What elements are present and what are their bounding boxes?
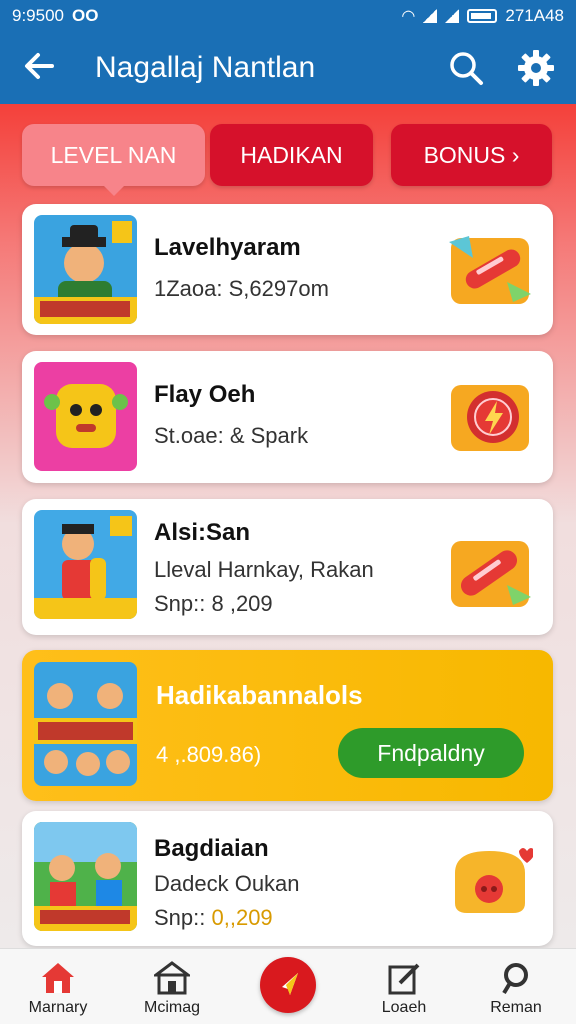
status-bar: 9:9500 OO ◠ 271A48 bbox=[0, 0, 576, 32]
list-item[interactable]: Alsi:San Lleval Harnkay, Rakan Snp:: 8 ,… bbox=[22, 499, 553, 635]
battery-icon bbox=[467, 9, 498, 23]
card-subtitle: 1Zaoa: S,6297om bbox=[154, 276, 329, 301]
card-title: Bagdiaian bbox=[154, 835, 269, 862]
compass-icon[interactable] bbox=[260, 957, 316, 1013]
card-score-label: Snp:: bbox=[154, 905, 206, 930]
main-content: LEVEL NAN HADIKAN BONUS › Lavelhyaram 1Z… bbox=[0, 104, 576, 948]
shop-icon bbox=[151, 961, 193, 995]
card-subtitle: Dadeck Oukan bbox=[154, 871, 300, 896]
candy-reward-icon bbox=[447, 232, 533, 308]
card-score-value: 0,,209 bbox=[211, 905, 273, 930]
nav-label: Loaeh bbox=[381, 999, 427, 1016]
status-right-text: 271A48 bbox=[505, 6, 564, 25]
nav-label: Marnary bbox=[28, 999, 88, 1016]
page-title: Nagallaj Nantlan bbox=[95, 51, 316, 84]
tab-hadikan[interactable]: HADIKAN bbox=[210, 124, 373, 186]
featured-card[interactable]: Hadikabannalols 4 ,.809.86) Fndpaldny bbox=[22, 650, 553, 801]
wifi-icon: ◠ bbox=[401, 8, 416, 25]
gear-icon[interactable] bbox=[516, 48, 556, 88]
nav-label: Mcimag bbox=[143, 999, 200, 1016]
card-title: Flay Oeh bbox=[154, 381, 256, 408]
tab-level[interactable]: LEVEL NAN bbox=[22, 124, 205, 196]
play-button[interactable]: Fndpaldny bbox=[338, 728, 524, 778]
game-thumbnail bbox=[34, 362, 137, 471]
nav-item-reman[interactable]: Reman bbox=[466, 949, 566, 1024]
game-thumbnail bbox=[34, 662, 137, 786]
nav-item-mcimag[interactable]: Mcimag bbox=[122, 949, 222, 1024]
back-arrow-icon[interactable] bbox=[22, 46, 56, 95]
card-subtitle: St.oae: & Spark bbox=[154, 423, 309, 448]
signal-icon bbox=[423, 9, 438, 23]
candy-reward-icon bbox=[447, 535, 533, 611]
app-bar: Nagallaj Nantlan bbox=[0, 32, 576, 104]
game-thumbnail bbox=[34, 215, 137, 324]
piggy-bank-icon bbox=[447, 843, 535, 919]
card-title: Lavelhyaram bbox=[154, 234, 301, 261]
search-icon[interactable] bbox=[446, 48, 486, 88]
list-item[interactable]: Flay Oeh St.oae: & Spark bbox=[22, 351, 553, 483]
featured-value: 4 ,.809.86) bbox=[156, 742, 262, 767]
status-indicator: OO bbox=[72, 6, 99, 25]
lightning-badge-icon bbox=[447, 379, 533, 455]
list-item[interactable]: Lavelhyaram 1Zaoa: S,6297om bbox=[22, 204, 553, 335]
edit-icon bbox=[386, 961, 422, 995]
tab-hadikan-label: HADIKAN bbox=[240, 141, 343, 168]
signal-icon-2 bbox=[445, 9, 460, 23]
card-score: Snp:: 8 ,209 bbox=[154, 591, 273, 616]
search-person-icon bbox=[498, 961, 534, 995]
tab-bonus[interactable]: BONUS › bbox=[391, 124, 552, 186]
home-icon bbox=[40, 961, 76, 995]
nav-item-marnary[interactable]: Marnary bbox=[8, 949, 108, 1024]
play-button-label: Fndpaldny bbox=[377, 739, 485, 766]
list-item[interactable]: Bagdiaian Dadeck Oukan Snp:: 0,,209 bbox=[22, 811, 553, 946]
nav-label: Reman bbox=[490, 999, 542, 1016]
game-thumbnail bbox=[34, 822, 137, 931]
featured-title: Hadikabannalols bbox=[156, 680, 363, 710]
status-time: 9:9500 bbox=[12, 6, 64, 25]
tab-level-label: LEVEL NAN bbox=[50, 141, 177, 168]
nav-item-loaeh[interactable]: Loaeh bbox=[354, 949, 454, 1024]
game-thumbnail bbox=[34, 510, 137, 619]
card-title: Alsi:San bbox=[154, 519, 251, 546]
card-subtitle: Lleval Harnkay, Rakan bbox=[154, 557, 374, 582]
bottom-nav: Marnary Mcimag Loaeh Reman bbox=[0, 948, 576, 1024]
card-score: Snp:: 0,,209 bbox=[154, 905, 273, 931]
tab-bonus-label: BONUS › bbox=[423, 141, 520, 168]
